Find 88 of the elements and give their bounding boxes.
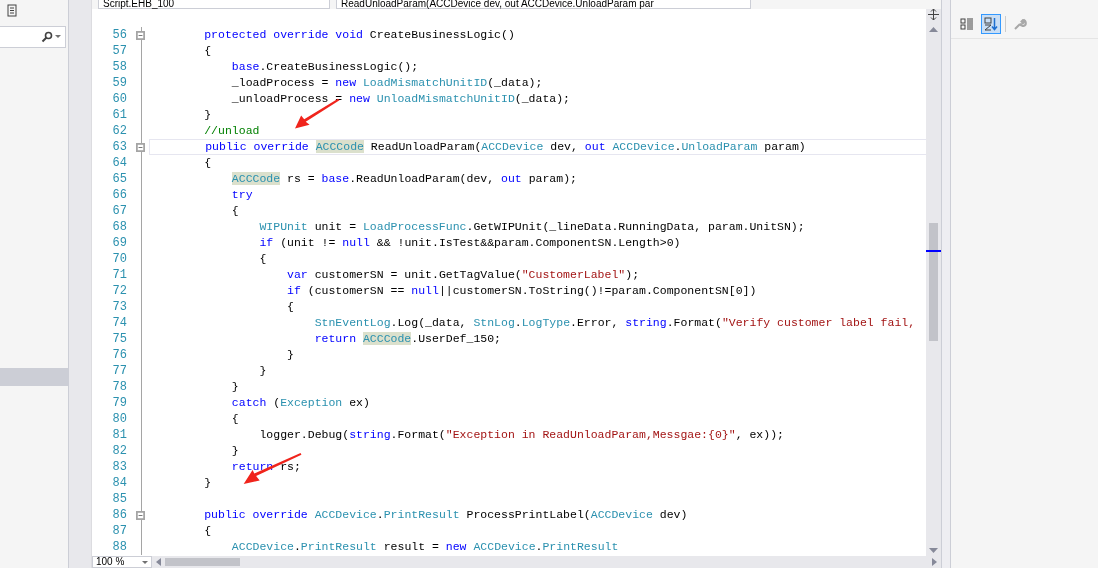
code-line: } [203,107,213,123]
code-line: { [230,411,240,427]
code-line: //unload [203,123,261,139]
code-line: StnEventLog.Log(_data, StnLog.LogType.Error, string.Format("Verify customer label fail, [313,315,917,331]
line-number: 63 [111,139,127,155]
line-number: 77 [111,363,127,379]
scroll-right-icon[interactable] [932,558,937,566]
code-line: _loadProcess = new LoadMismatchUnitID(_data); [230,75,544,91]
search-field[interactable] [0,26,66,48]
collapse-icon[interactable] [136,510,145,520]
code-line: protected override void CreateBusinessLogic() [203,27,516,43]
line-number: 56 [111,27,127,43]
line-number: 65 [111,171,127,187]
code-line: { [230,203,240,219]
zoom-dropdown[interactable]: 100 % [92,556,152,568]
code-line: { [203,523,213,539]
code-line: { [203,155,213,171]
code-line: _unloadProcess = new UnloadMismatchUnitID(_data); [230,91,571,107]
code-line: ACCCode rs = base.ReadUnloadParam(dev, out param); [230,171,578,187]
wrench-icon [1013,17,1027,31]
split-icon[interactable] [928,9,939,20]
document-icon[interactable] [6,4,20,18]
code-line: } [203,475,213,491]
line-number: 59 [111,75,127,91]
code-line: if (unit != null && !unit.IsTest&&param.ComponentSN.Length>0) [258,235,682,251]
caret-icon[interactable] [55,35,61,39]
code-line: base.CreateBusinessLogic(); [230,59,420,75]
file-dropdown[interactable]: Script.EHB_100 [98,0,330,9]
line-number: 82 [111,443,127,459]
scroll-thumb[interactable] [165,558,240,566]
code-line: { [258,251,268,267]
code-line: { [203,43,213,59]
line-number: 70 [111,251,127,267]
line-number: 84 [111,475,127,491]
code-line: var customerSN = unit.GetTagValue("CustomerLabel"); [286,267,641,283]
line-number: 78 [111,379,127,395]
position-marker [926,250,941,252]
line-number: 68 [111,219,127,235]
line-number: 86 [111,507,127,523]
sort-button[interactable] [981,14,1001,34]
code-line: public override ACCDevice.PrintResult ProcessPrintLabel(ACCDevice dev) [203,507,689,523]
line-number: 67 [111,203,127,219]
line-number: 60 [111,91,127,107]
code-line: try [230,187,254,203]
code-line: catch (Exception ex) [230,395,371,411]
line-number: 72 [111,283,127,299]
line-number: 87 [111,523,127,539]
line-number: 69 [111,235,127,251]
line-number: 80 [111,411,127,427]
code-line: } [258,363,268,379]
member-dropdown[interactable]: ReadUnloadParam(ACCDevice dev, out ACCDevice.UnloadParam par [336,0,751,9]
line-number: 75 [111,331,127,347]
line-number: 74 [111,315,127,331]
line-number: 61 [111,107,127,123]
list-icon [960,17,974,31]
line-number: 73 [111,299,127,315]
code-line: } [230,379,240,395]
line-number: 83 [111,459,127,475]
line-number: 85 [111,491,127,507]
line-number: 76 [111,347,127,363]
code-line: return ACCCode.UserDef_150; [313,331,502,347]
sort-icon [984,17,998,31]
code-line: WIPUnit unit = LoadProcessFunc.GetWIPUnit(_lineData.RunningData, param.UnitSN); [258,219,806,235]
search-icon[interactable] [41,31,53,43]
code-line: logger.Debug(string.Format("Exception in ReadUnloadParam,Messgae:{0}", ex)); [258,427,785,443]
scroll-down-icon[interactable] [929,548,938,554]
collapse-icon[interactable] [136,142,145,152]
line-number: 79 [111,395,127,411]
line-number: 64 [111,155,127,171]
code-line: { [286,299,295,315]
line-number: 57 [111,43,127,59]
line-number: 81 [111,427,127,443]
line-number: 71 [111,267,127,283]
collapse-icon[interactable] [136,30,145,40]
caret-icon [142,561,148,565]
code-line: ACCDevice.PrintResult result = new ACCDevice.PrintResult [230,539,620,555]
code-line: } [230,443,240,459]
scroll-thumb[interactable] [929,223,938,341]
line-number: 88 [111,539,127,555]
scroll-up-icon[interactable] [929,26,938,32]
line-number: 62 [111,123,127,139]
vertical-scrollbar[interactable] [926,9,941,556]
scroll-left-icon[interactable] [156,558,161,566]
code-line: if (customerSN == null||customerSN.ToString()!=param.ComponentSN[0]) [286,283,758,299]
line-number: 58 [111,59,127,75]
code-line: } [286,347,295,363]
line-number: 66 [111,187,127,203]
code-line: public override ACCCode ReadUnloadParam(ACCDevice dev, out ACCDevice.UnloadParam param) [149,139,926,155]
